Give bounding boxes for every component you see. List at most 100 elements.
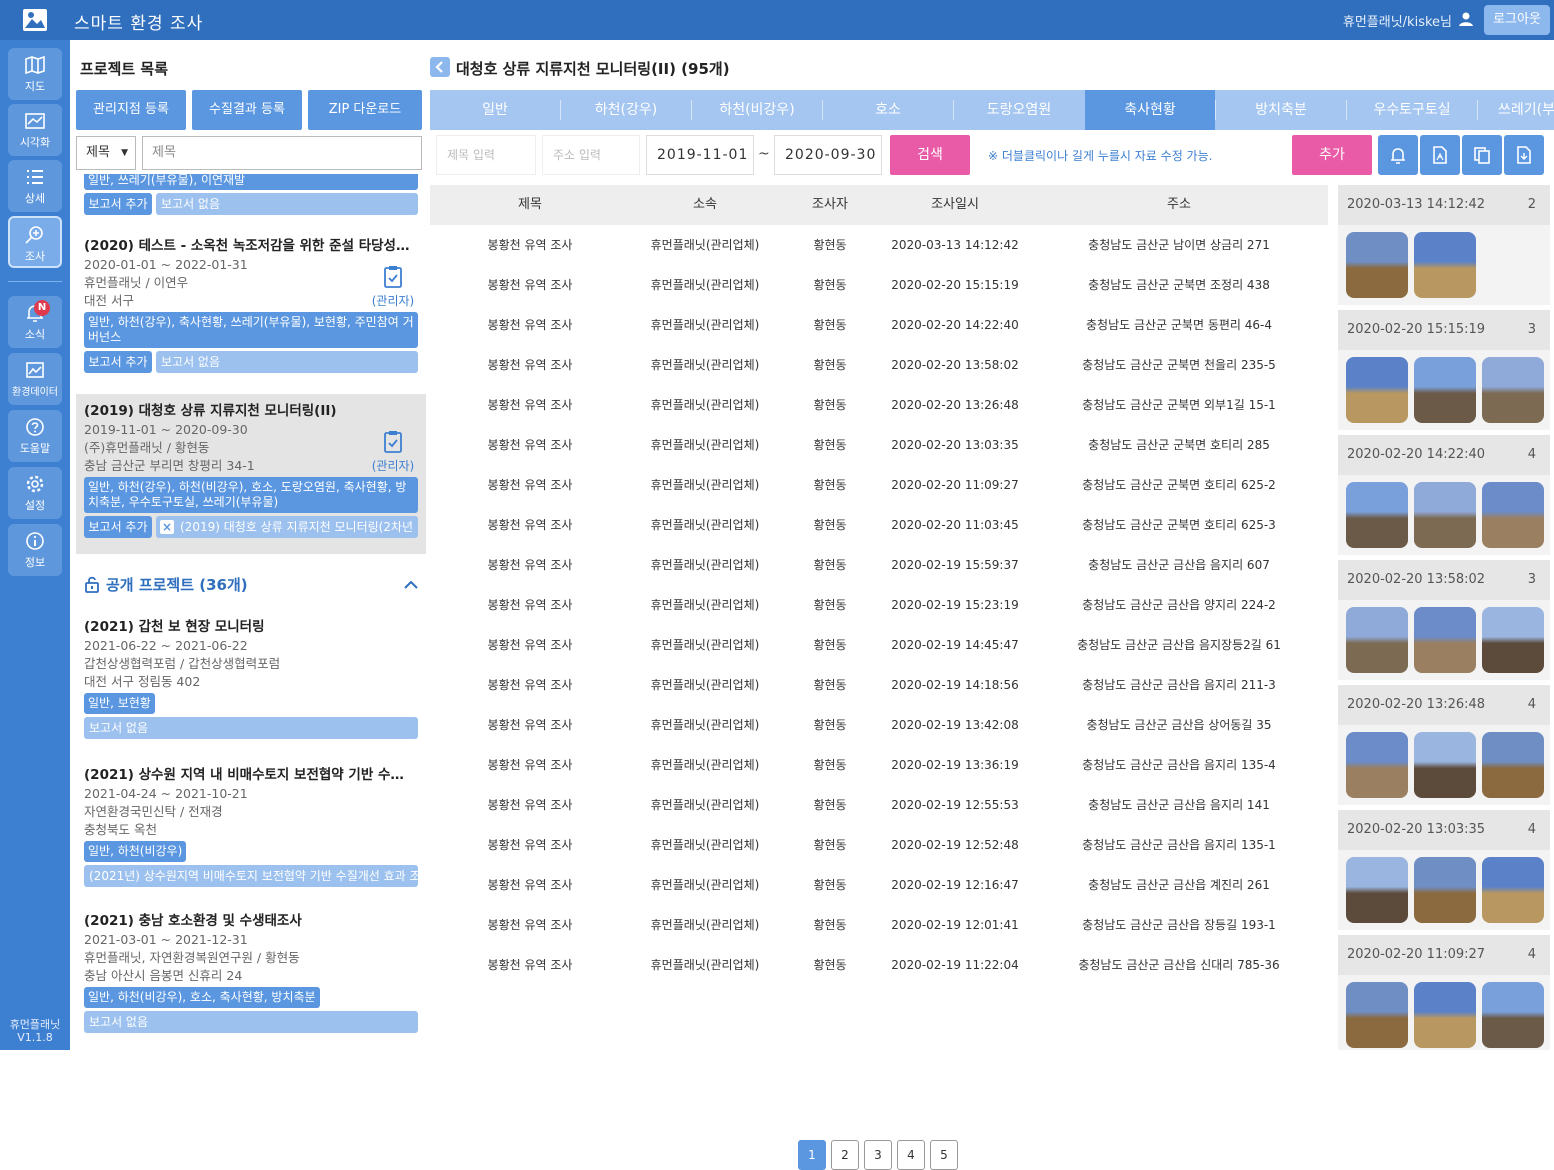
- table-row[interactable]: 봉황천 유역 조사 휴먼플래닛(관리업체) 황현동 2020-03-13 14:12:…: [430, 225, 1328, 265]
- tab-general[interactable]: 일반: [430, 90, 560, 130]
- public-projects-header[interactable]: 공개 프로젝트 (36개): [84, 572, 424, 598]
- remove-report-icon[interactable]: ×: [160, 520, 174, 534]
- table-row[interactable]: 봉황천 유역 조사 휴먼플래닛(관리업체) 황현동 2020-02-19 15:23:…: [430, 585, 1328, 625]
- add-report-button[interactable]: 보고서 추가: [84, 193, 152, 215]
- search-field-select[interactable]: 제목 ▼: [76, 136, 136, 170]
- photo-thumbnail[interactable]: [1482, 982, 1544, 1048]
- table-row[interactable]: 봉황천 유역 조사 휴먼플래닛(관리업체) 황현동 2020-02-20 15:15:…: [430, 265, 1328, 305]
- photo-group[interactable]: 2020-02-20 14:22:40 4: [1338, 435, 1550, 555]
- sidebar-item-chart[interactable]: 시각화: [8, 104, 62, 156]
- public-project-card[interactable]: (2021) 상수원 지역 내 비매수토지 보전협약 기반 수질개… 2021-…: [76, 758, 426, 887]
- add-button[interactable]: 추가: [1292, 135, 1372, 175]
- page-button[interactable]: 5: [930, 1140, 958, 1170]
- sidebar-item-settings[interactable]: 설정: [8, 467, 62, 519]
- photo-thumbnail[interactable]: [1414, 232, 1476, 298]
- column-datetime[interactable]: 조사일시: [880, 185, 1030, 225]
- search-input[interactable]: 제목: [142, 136, 422, 170]
- date-from-input[interactable]: 2019-11-01: [646, 135, 754, 175]
- add-report-button[interactable]: 보고서 추가: [84, 516, 152, 538]
- sidebar-item-map[interactable]: 지도: [8, 48, 62, 100]
- tab-stream-rain[interactable]: 하천(강우): [561, 90, 691, 130]
- search-button[interactable]: 검색: [890, 135, 970, 175]
- sidebar-item-info[interactable]: 정보: [8, 524, 62, 576]
- back-button[interactable]: [430, 57, 450, 77]
- public-project-card[interactable]: (2021) 충남 호소환경 및 수생태조사 2021-03-01 ~ 2021…: [76, 904, 426, 1033]
- table-row[interactable]: 봉황천 유역 조사 휴먼플래닛(관리업체) 황현동 2020-02-19 13:42:…: [430, 705, 1328, 745]
- report-link[interactable]: (2021년) 상수원지역 비매수토지 보전협약 기반 수질개선 효과 조: [84, 865, 418, 887]
- admin-badge[interactable]: (관리자): [368, 265, 418, 309]
- photo-thumbnail[interactable]: [1414, 857, 1476, 923]
- tab-trash[interactable]: 쓰레기(부: [1478, 90, 1554, 130]
- download-button[interactable]: [1504, 135, 1544, 175]
- table-row[interactable]: 봉황천 유역 조사 휴먼플래닛(관리업체) 황현동 2020-02-19 14:18:…: [430, 665, 1328, 705]
- project-card-selected[interactable]: (2019) 대청호 상류 지류지천 모니터링(II) 2019-11-01 ~…: [76, 394, 426, 554]
- tab-lake[interactable]: 호소: [823, 90, 953, 130]
- column-surveyor[interactable]: 조사자: [780, 185, 880, 225]
- pdf-button[interactable]: [1420, 135, 1460, 175]
- photo-thumbnail[interactable]: [1482, 732, 1544, 798]
- page-button[interactable]: 4: [897, 1140, 925, 1170]
- chevron-up-icon[interactable]: [404, 580, 418, 590]
- table-row[interactable]: 봉황천 유역 조사 휴먼플래닛(관리업체) 황현동 2020-02-19 12:52:…: [430, 825, 1328, 865]
- photo-thumbnail[interactable]: [1346, 732, 1408, 798]
- sidebar-item-detail[interactable]: 상세: [8, 160, 62, 212]
- photo-thumbnail[interactable]: [1482, 357, 1544, 423]
- table-row[interactable]: 봉황천 유역 조사 휴먼플래닛(관리업체) 황현동 2020-02-20 13:26:…: [430, 385, 1328, 425]
- copy-button[interactable]: [1462, 135, 1502, 175]
- sidebar-item-help[interactable]: 도움말: [8, 410, 62, 462]
- notify-button[interactable]: [1378, 135, 1418, 175]
- photo-group[interactable]: 2020-02-20 11:09:27 4: [1338, 935, 1550, 1050]
- project-card[interactable]: (2020) 테스트 - 소옥천 녹조저감을 위한 준설 타당성 조사… 202…: [76, 229, 426, 373]
- tab-stream-norain[interactable]: 하천(비강우): [692, 90, 822, 130]
- sidebar-item-survey[interactable]: 조사: [8, 216, 62, 268]
- public-project-card[interactable]: (2021) 갑천 보 현장 모니터링 2021-06-22 ~ 2021-06…: [76, 610, 426, 739]
- photo-thumbnail[interactable]: [1414, 607, 1476, 673]
- column-affiliation[interactable]: 소속: [630, 185, 780, 225]
- photo-thumbnail[interactable]: [1482, 482, 1544, 548]
- project-list[interactable]: 일반, 쓰레기(부유물), 이연재발 보고서 추가 보고서 없음 (2020) …: [70, 174, 430, 1050]
- photo-thumbnail[interactable]: [1414, 982, 1476, 1048]
- table-row[interactable]: 봉황천 유역 조사 휴먼플래닛(관리업체) 황현동 2020-02-19 12:16:…: [430, 865, 1328, 905]
- admin-badge[interactable]: (관리자): [368, 430, 418, 474]
- add-report-button[interactable]: 보고서 추가: [84, 351, 152, 373]
- column-address[interactable]: 주소: [1030, 185, 1328, 225]
- title-filter-input[interactable]: 제목 입력: [436, 135, 536, 175]
- page-button[interactable]: 1: [798, 1140, 826, 1170]
- photo-group[interactable]: 2020-02-20 15:15:19 3: [1338, 310, 1550, 430]
- photo-group[interactable]: 2020-02-20 13:58:02 3: [1338, 560, 1550, 680]
- tab-rainwater-outlet[interactable]: 우수토구토실: [1347, 90, 1477, 130]
- table-row[interactable]: 봉황천 유역 조사 휴먼플래닛(관리업체) 황현동 2020-02-20 11:03:…: [430, 505, 1328, 545]
- column-title[interactable]: 제목: [430, 185, 630, 225]
- photo-thumbnail[interactable]: [1346, 232, 1408, 298]
- zip-download-button[interactable]: ZIP 다운로드: [308, 90, 422, 130]
- table-row[interactable]: 봉황천 유역 조사 휴먼플래닛(관리업체) 황현동 2020-02-20 14:22:…: [430, 305, 1328, 345]
- photo-thumbnail[interactable]: [1346, 482, 1408, 548]
- photo-group[interactable]: 2020-03-13 14:12:42 2: [1338, 185, 1550, 305]
- photo-thumbnail[interactable]: [1346, 607, 1408, 673]
- photo-thumbnail[interactable]: [1414, 732, 1476, 798]
- photo-thumbnail[interactable]: [1482, 857, 1544, 923]
- register-point-button[interactable]: 관리지점 등록: [76, 90, 186, 130]
- table-row[interactable]: 봉황천 유역 조사 휴먼플래닛(관리업체) 황현동 2020-02-19 14:45:…: [430, 625, 1328, 665]
- page-button[interactable]: 3: [864, 1140, 892, 1170]
- table-row[interactable]: 봉황천 유역 조사 휴먼플래닛(관리업체) 황현동 2020-02-19 11:22:…: [430, 945, 1328, 985]
- sidebar-item-envdata[interactable]: 환경데이터: [8, 353, 62, 405]
- register-water-result-button[interactable]: 수질결과 등록: [192, 90, 302, 130]
- photo-thumbnail[interactable]: [1414, 482, 1476, 548]
- table-row[interactable]: 봉황천 유역 조사 휴먼플래닛(관리업체) 황현동 2020-02-20 11:09:…: [430, 465, 1328, 505]
- tab-livestock[interactable]: 축사현황: [1085, 90, 1215, 130]
- table-row[interactable]: 봉황천 유역 조사 휴먼플래닛(관리업체) 황현동 2020-02-19 12:01:…: [430, 905, 1328, 945]
- address-filter-input[interactable]: 주소 입력: [542, 135, 640, 175]
- photo-thumbnail[interactable]: [1482, 607, 1544, 673]
- date-to-input[interactable]: 2020-09-30: [774, 135, 882, 175]
- tab-ditch-pollution[interactable]: 도랑오염원: [954, 90, 1084, 130]
- tab-manure[interactable]: 방치축분: [1216, 90, 1346, 130]
- page-button[interactable]: 2: [831, 1140, 859, 1170]
- project-card-partial[interactable]: 일반, 쓰레기(부유물), 이연재발 보고서 추가 보고서 없음: [76, 174, 426, 215]
- table-row[interactable]: 봉황천 유역 조사 휴먼플래닛(관리업체) 황현동 2020-02-20 13:58:…: [430, 345, 1328, 385]
- logout-button[interactable]: 로그아웃: [1484, 5, 1550, 35]
- report-link[interactable]: (2019) 대청호 상류 지류지천 모니터링(2차년: [156, 516, 418, 538]
- photo-thumbnail[interactable]: [1414, 357, 1476, 423]
- photo-group[interactable]: 2020-02-20 13:03:35 4: [1338, 810, 1550, 930]
- table-row[interactable]: 봉황천 유역 조사 휴먼플래닛(관리업체) 황현동 2020-02-19 13:36:…: [430, 745, 1328, 785]
